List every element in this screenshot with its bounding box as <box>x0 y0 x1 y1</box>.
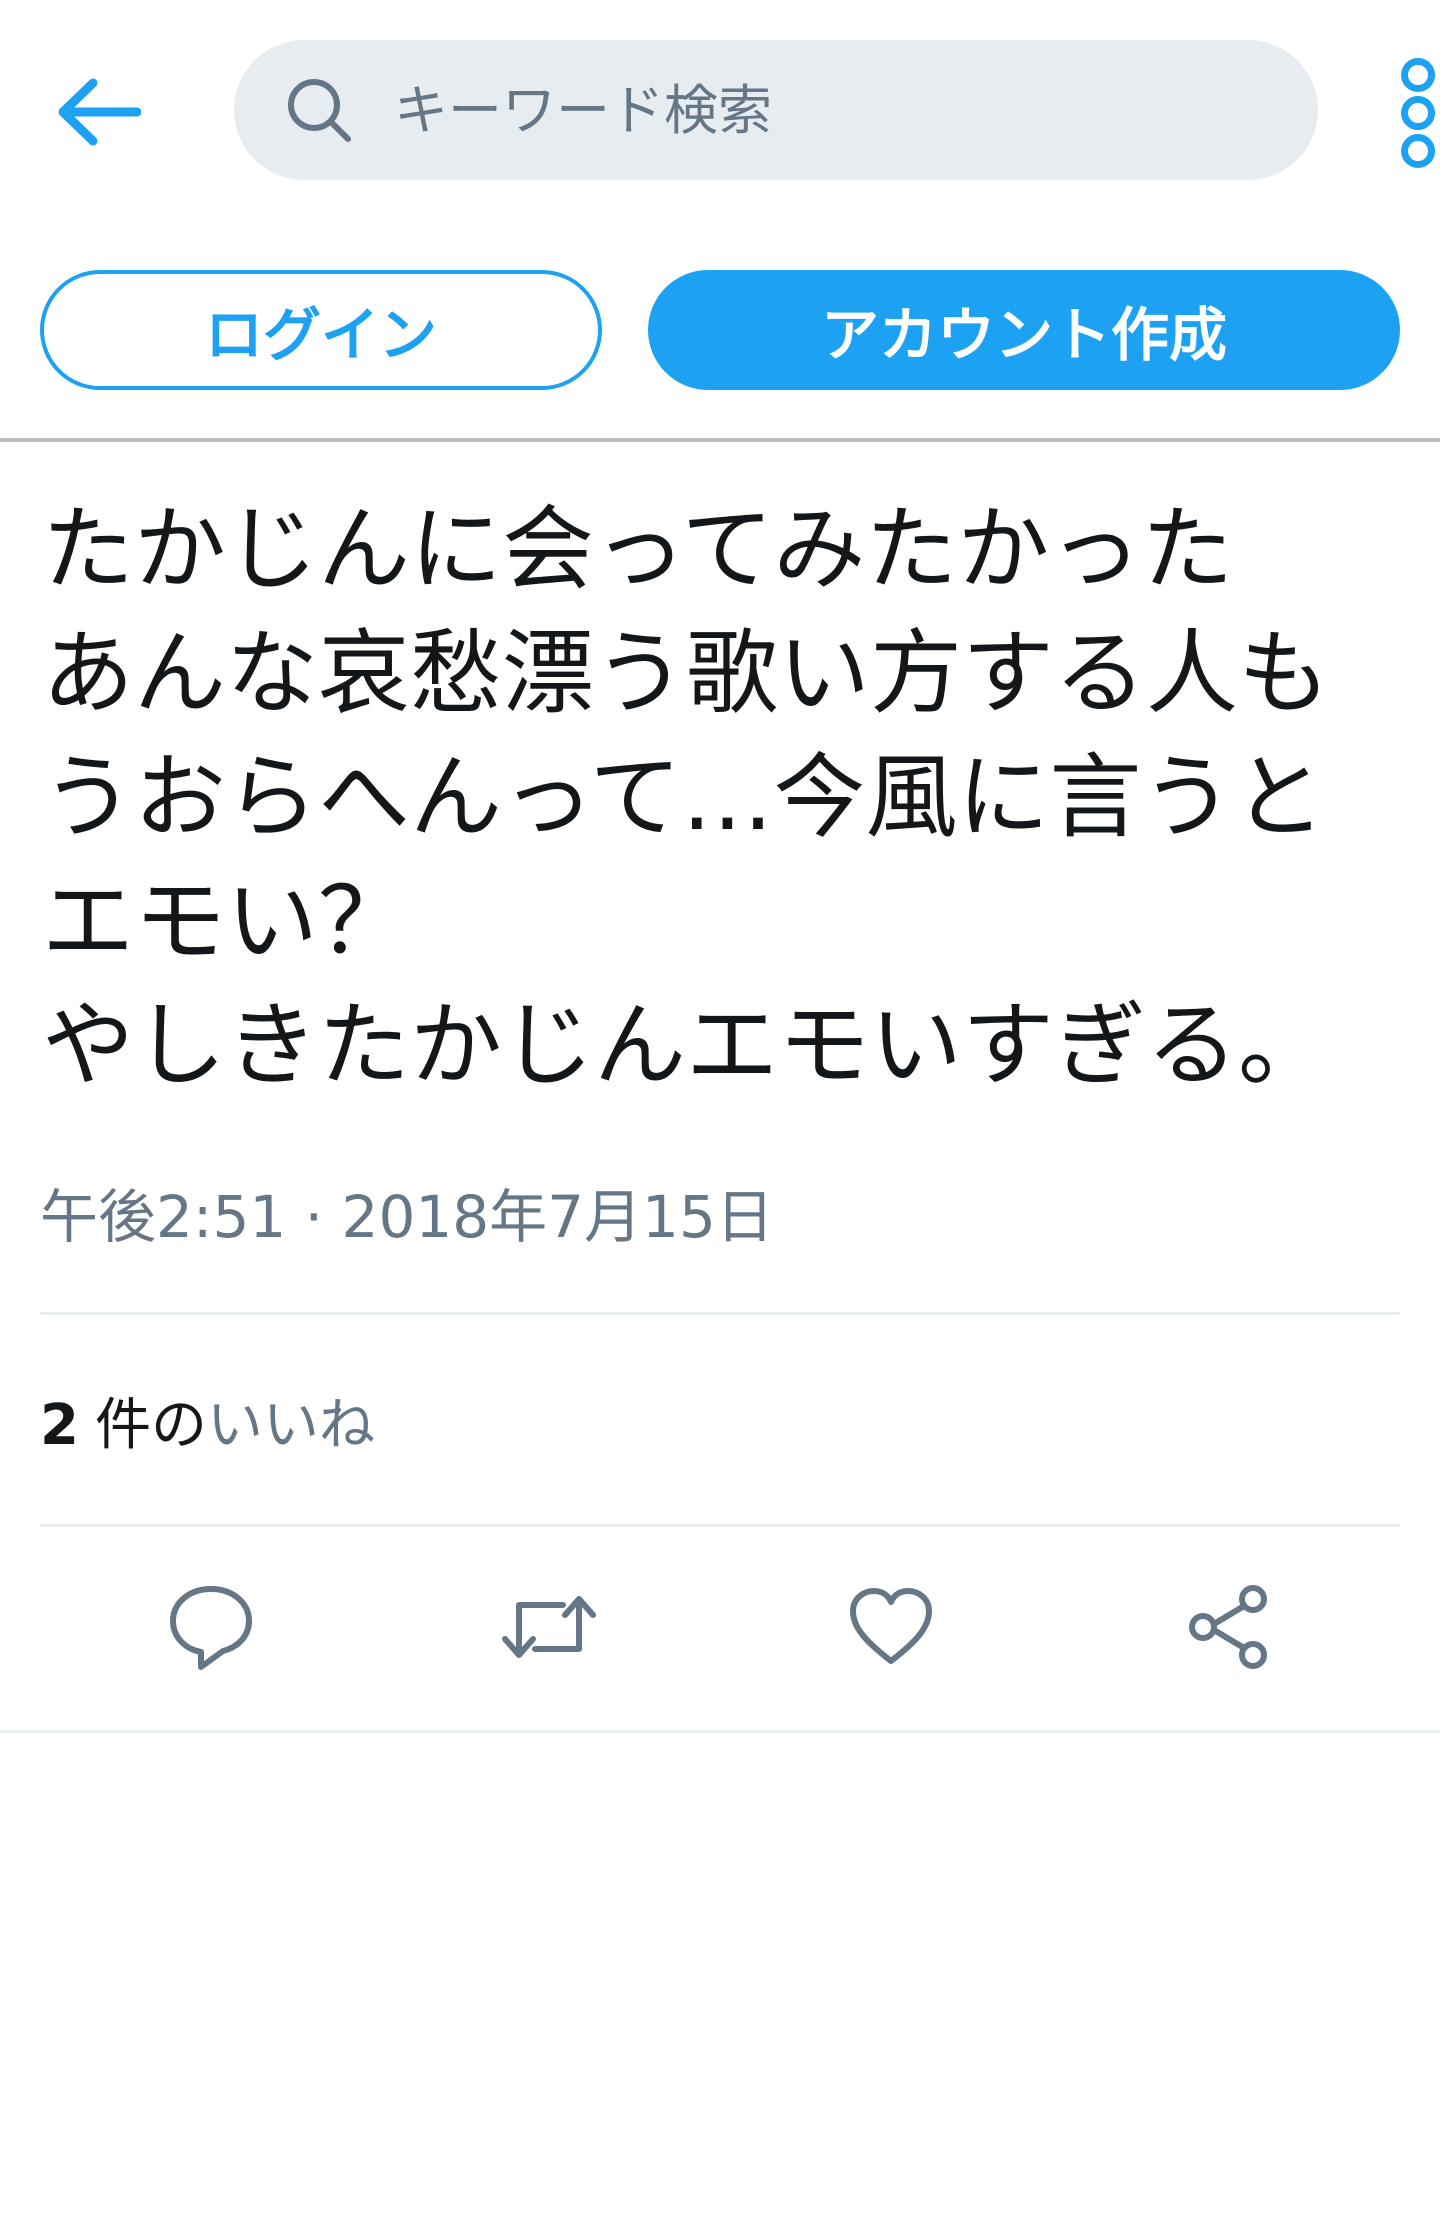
more-options-button[interactable] <box>1396 58 1440 168</box>
heart-icon <box>850 1588 932 1664</box>
reply-button[interactable] <box>156 1572 266 1682</box>
tweet-actions <box>0 1572 1440 1682</box>
retweet-icon <box>502 1596 596 1658</box>
login-button[interactable]: ログイン <box>40 270 602 390</box>
likes-summary: 2 件のいいね <box>40 1380 375 1461</box>
likes-unit: 件の <box>94 1393 207 1458</box>
tweet-timestamp[interactable]: 午後2:51 · 2018年7月15日 <box>40 1170 774 1254</box>
tweet-text: たかじんに会ってみたかった あんな哀愁漂う歌い方する人も うおらへんって…今風に… <box>42 496 1331 1099</box>
share-button[interactable] <box>1174 1572 1284 1682</box>
more-vertical-icon <box>1401 58 1435 92</box>
divider <box>40 1312 1400 1315</box>
reply-icon <box>170 1586 252 1670</box>
likes-link[interactable]: いいね <box>207 1393 375 1458</box>
retweet-button[interactable] <box>494 1572 604 1682</box>
share-icon <box>1189 1585 1267 1669</box>
like-button[interactable] <box>836 1572 946 1682</box>
search-box[interactable] <box>234 40 1318 180</box>
auth-buttons: ログイン アカウント作成 <box>0 270 1440 390</box>
search-input[interactable] <box>392 59 1276 161</box>
search-icon <box>284 75 354 145</box>
more-vertical-icon-dot <box>1401 96 1435 130</box>
arrow-left-icon <box>58 78 141 146</box>
header-divider <box>0 438 1440 442</box>
divider <box>40 1524 1400 1527</box>
top-bar <box>0 0 1440 220</box>
likes-count: 2 <box>40 1393 79 1458</box>
back-button[interactable] <box>44 62 154 162</box>
bottom-divider <box>0 1730 1440 1733</box>
more-vertical-icon-dot <box>1401 134 1435 168</box>
create-account-button[interactable]: アカウント作成 <box>648 270 1400 390</box>
